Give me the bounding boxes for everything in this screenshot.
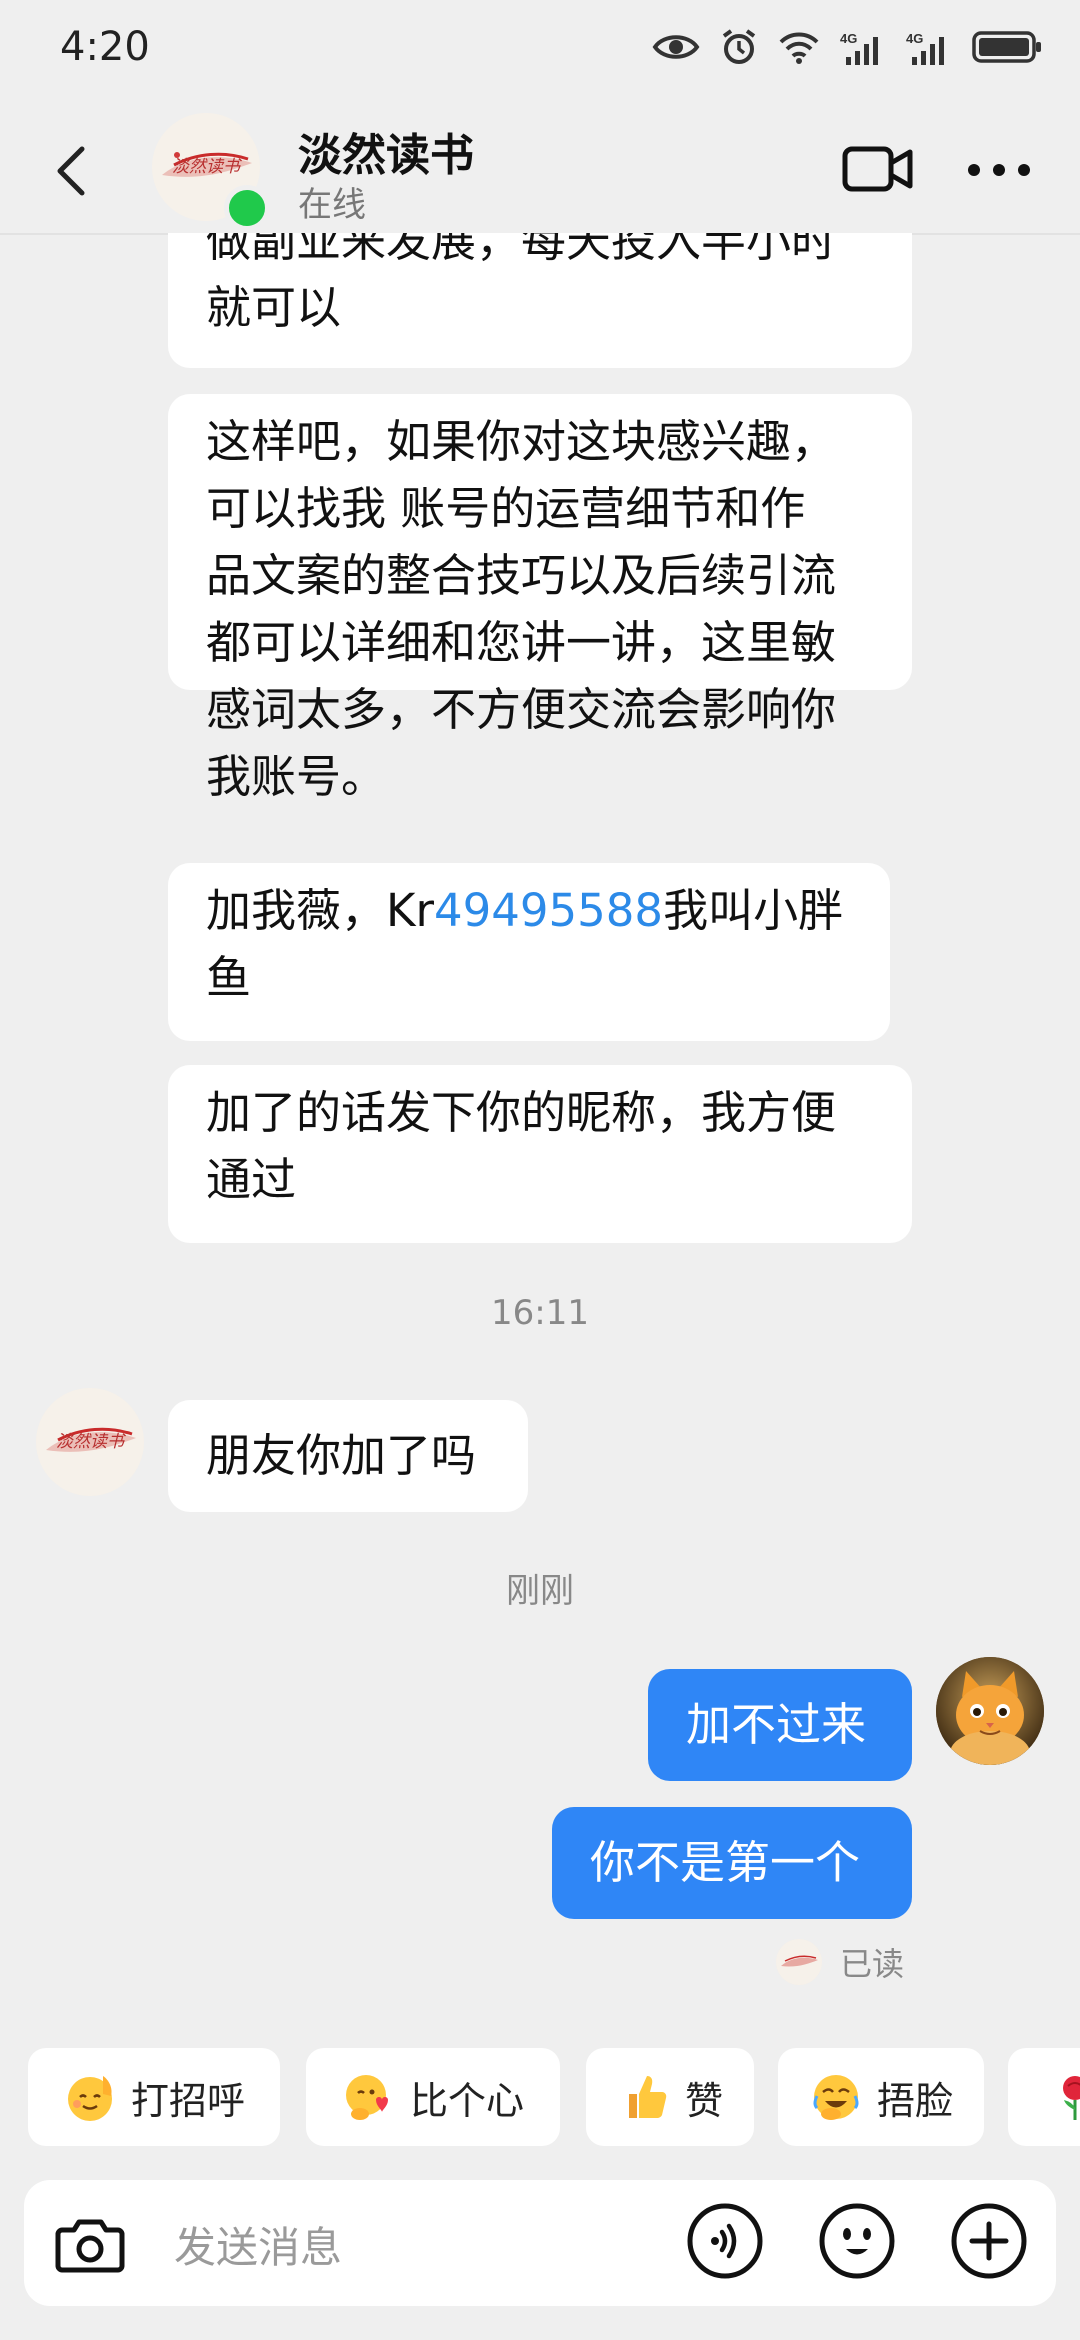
user-avatar[interactable] <box>936 1657 1044 1765</box>
message-input-bar: 发送消息 <box>24 2180 1056 2306</box>
quick-reply-chip[interactable]: 赞 <box>586 2048 754 2146</box>
back-arrow-icon[interactable] <box>52 145 92 197</box>
message-text: 品文案的整合技巧以及后续引流 <box>206 549 837 602</box>
message-text: 就可以 <box>206 281 342 334</box>
message-bubble-incoming[interactable]: 这样吧，如果你对这块感兴趣， 可以找我 账号的运营细节和作 品文案的整合技巧以及… <box>168 394 912 803</box>
message-bubble-outgoing[interactable]: 你不是第一个 <box>552 1807 912 1919</box>
quick-reply-chip[interactable]: 打招呼 <box>28 2048 280 2146</box>
camera-icon[interactable] <box>52 2206 128 2282</box>
rose-emoji-icon <box>1063 2076 1080 2120</box>
message-text: 加了的话发下你的昵称，我方便 <box>206 1086 837 1139</box>
message-list[interactable]: 做副业来发展，每天投入半小时 就可以 这样吧，如果你对这块感兴趣， 可以找我 账… <box>0 233 1080 2015</box>
message-bubble-incoming[interactable]: 朋友你加了吗 <box>168 1400 528 1512</box>
message-text: 可以找我 账号的运营细节和作 <box>206 482 806 535</box>
message-text: 鱼 <box>206 951 252 1004</box>
timestamp: 刚刚 <box>506 1571 574 1611</box>
contact-avatar-small[interactable]: 淡然读书 <box>36 1388 144 1496</box>
read-avatar <box>775 1939 822 1985</box>
svg-text:淡然读书: 淡然读书 <box>56 1432 127 1452</box>
quick-reply-label: 比个心 <box>409 2078 524 2123</box>
message-text: 我账号。 <box>206 750 387 803</box>
svg-text:4G: 4G <box>840 31 857 46</box>
message-text: 我叫小胖 <box>663 884 844 937</box>
svg-text:4G: 4G <box>906 31 923 46</box>
message-text: 朋友你加了吗 <box>206 1429 477 1482</box>
timestamp: 16:11 <box>491 1293 589 1333</box>
alarm-icon <box>722 29 756 64</box>
chat-header: 淡然读书 淡然读书 在线 <box>0 105 1080 235</box>
add-icon[interactable] <box>950 2202 1028 2280</box>
quick-reply-label: 打招呼 <box>130 2078 245 2123</box>
message-bubble-outgoing[interactable]: 加不过来 <box>648 1669 912 1781</box>
brand-logo-icon: 淡然读书 <box>36 1388 144 1496</box>
quick-reply-chip[interactable]: 捂脸 <box>778 2048 984 2146</box>
message-link[interactable]: 49495588 <box>434 884 663 937</box>
message-text: 加我薇，Kr <box>206 884 435 937</box>
quick-reply-bar[interactable]: 打招呼 比个心 赞 捂脸 <box>0 2048 1080 2148</box>
message-text: 这样吧，如果你对这块感兴趣， <box>206 415 837 468</box>
online-status: 在线 <box>298 185 366 225</box>
status-bar: 4:20 4G 4G <box>0 0 1080 105</box>
message-text: 都可以详细和您讲一讲，这里敏 <box>206 616 837 669</box>
quick-reply-chip[interactable]: 比个心 <box>306 2048 560 2146</box>
cat-avatar-icon <box>936 1657 1044 1765</box>
voice-icon[interactable] <box>686 2202 764 2280</box>
message-bubble-incoming[interactable]: 做副业来发展，每天投入半小时 就可以 <box>168 233 912 368</box>
video-call-icon[interactable] <box>842 143 914 195</box>
quick-reply-label: 赞 <box>684 2078 723 2123</box>
status-time: 4:20 <box>60 24 150 70</box>
heart-hands-emoji-icon <box>345 2075 388 2120</box>
wave-emoji-icon <box>67 2076 112 2121</box>
contact-name: 淡然读书 <box>298 130 474 181</box>
signal-4g-icon: 4G <box>840 31 878 65</box>
wifi-icon <box>779 32 819 64</box>
read-receipt: 已读 <box>775 1939 904 1985</box>
facepalm-emoji-icon <box>813 2075 859 2120</box>
svg-text:淡然读书: 淡然读书 <box>172 157 243 177</box>
online-indicator <box>224 185 270 231</box>
quick-reply-chip[interactable] <box>1008 2048 1080 2146</box>
message-bubble-incoming[interactable]: 加了的话发下你的昵称，我方便 通过 <box>168 1065 912 1243</box>
quick-reply-label: 捂脸 <box>876 2078 953 2123</box>
message-text: 加不过来 <box>686 1698 867 1751</box>
message-text: 感词太多，不方便交流会影响你 <box>206 683 837 736</box>
emoji-picker-icon[interactable] <box>818 2202 896 2280</box>
battery-icon <box>972 31 1041 63</box>
more-options-icon[interactable] <box>966 155 1032 185</box>
status-icons: 4G 4G <box>652 28 1042 66</box>
signal-4g-icon-2: 4G <box>906 31 944 65</box>
message-text: 你不是第一个 <box>590 1836 861 1889</box>
thumbs-up-emoji-icon <box>628 2076 667 2118</box>
brand-logo-icon <box>775 1939 822 1985</box>
eye-icon <box>652 35 700 59</box>
message-text: 通过 <box>206 1153 297 1206</box>
message-input[interactable]: 发送消息 <box>174 2214 342 2275</box>
read-label: 已读 <box>839 1945 904 1983</box>
message-text: 做副业来发展，每天投入半小时 <box>206 233 837 267</box>
message-bubble-incoming[interactable]: 加我薇，Kr49495588我叫小胖 鱼 <box>168 863 890 1041</box>
